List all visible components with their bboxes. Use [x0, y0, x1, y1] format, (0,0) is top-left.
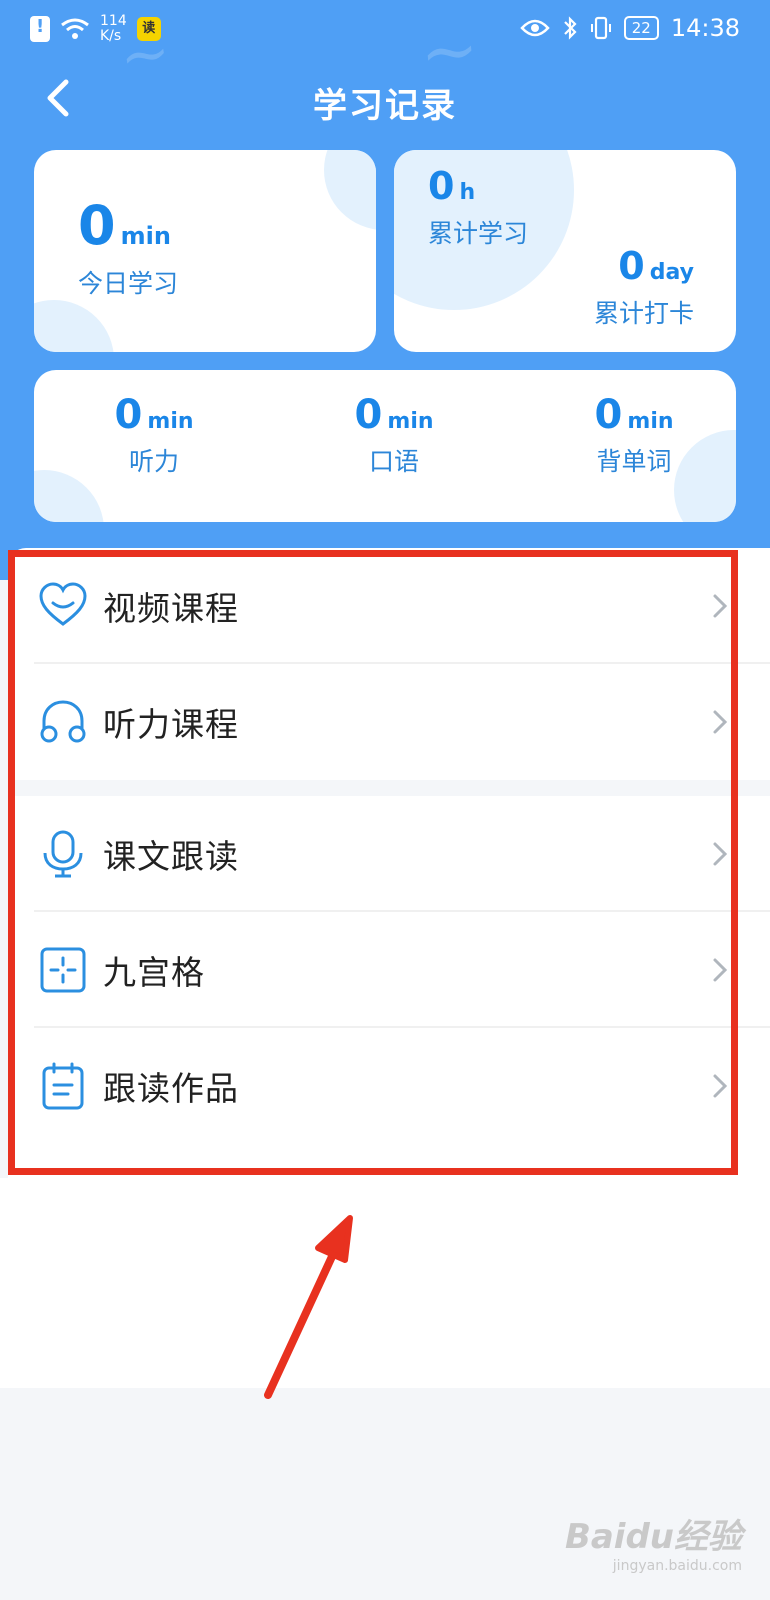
total-hours-label: 累计学习 — [428, 219, 529, 248]
bluetooth-icon — [563, 16, 577, 40]
card-decoration — [34, 300, 114, 352]
empty-area — [0, 1178, 770, 1388]
listening-stat: 0 min 听力 — [114, 392, 194, 476]
watermark-url: jingyan.baidu.com — [612, 1558, 742, 1574]
chevron-right-icon — [713, 1074, 728, 1097]
menu-item-label: 九宫格 — [103, 952, 205, 992]
menu-item-label: 听力课程 — [103, 704, 239, 744]
network-speed: 114 K/s — [100, 13, 127, 44]
battery-indicator: 22 — [623, 16, 659, 40]
course-menu: 视频课程 听力课程 课文跟读 九宫格 跟读作品 — [8, 548, 770, 1178]
vocab-stat: 0 min 背单词 — [594, 392, 674, 476]
grid-icon — [40, 947, 86, 992]
page-title: 学习记录 — [313, 86, 457, 126]
total-days-label: 累计打卡 — [593, 299, 694, 328]
headphones-icon — [40, 699, 86, 742]
microphone-icon — [43, 830, 83, 877]
chevron-right-icon — [713, 958, 728, 981]
menu-item-listening-course[interactable]: 听力课程 — [8, 664, 770, 779]
menu-item-follow-read-works[interactable]: 跟读作品 — [8, 1028, 770, 1143]
total-hours-value: 0 h — [428, 164, 476, 208]
chevron-right-icon — [713, 710, 728, 733]
speaking-stat: 0 min 口语 — [354, 392, 434, 476]
chevron-right-icon — [713, 594, 728, 617]
vibrate-icon — [590, 16, 611, 40]
calendar-icon — [42, 1062, 84, 1109]
watermark-logo: Baidu经验 — [564, 1517, 742, 1557]
nav-bar: 学习记录 — [0, 62, 770, 140]
section-gap — [8, 780, 770, 796]
status-bar: 114 K/s 读 22 14:38 — [0, 0, 770, 62]
chevron-right-icon — [713, 842, 728, 865]
menu-item-label: 课文跟读 — [103, 836, 239, 876]
alert-icon — [30, 16, 50, 42]
heart-icon — [39, 581, 87, 626]
card-decoration — [324, 150, 376, 230]
eye-icon — [520, 19, 550, 37]
menu-item-label: 跟读作品 — [103, 1068, 239, 1108]
total-days-value: 0 day — [618, 244, 694, 288]
menu-item-text-follow-read[interactable]: 课文跟读 — [8, 796, 770, 911]
wifi-icon — [61, 18, 89, 39]
menu-item-nine-grid[interactable]: 九宫格 — [8, 912, 770, 1027]
app-badge: 读 — [136, 17, 161, 41]
today-study-value: 0 min — [78, 194, 171, 257]
today-study-label: 今日学习 — [78, 269, 179, 298]
clock: 14:38 — [670, 14, 740, 42]
total-study-card: 0 h 累计学习 0 day 累计打卡 — [394, 150, 736, 352]
today-study-card: 0 min 今日学习 — [34, 150, 376, 352]
watermark: Baidu经验 jingyan.baidu.com — [565, 1509, 742, 1574]
menu-item-video-course[interactable]: 视频课程 — [8, 548, 770, 663]
breakdown-card: 0 min 听力 0 min 口语 0 min 背单词 — [34, 370, 736, 522]
menu-item-label: 视频课程 — [103, 588, 239, 628]
